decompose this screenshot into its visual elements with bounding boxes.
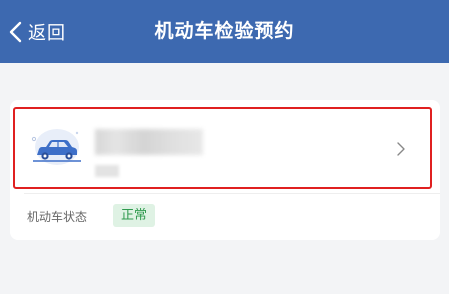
car-icon xyxy=(27,125,83,173)
chevron-right-icon xyxy=(396,141,406,161)
vehicle-status-label: 机动车状态 xyxy=(27,210,88,224)
vehicle-row[interactable] xyxy=(13,107,432,189)
status-badge: 正常 xyxy=(113,204,156,227)
app-header: 返回 机动车检验预约 xyxy=(0,0,449,63)
vehicle-detail-blurred xyxy=(95,165,119,177)
plate-number-blurred xyxy=(95,129,203,155)
page-title: 机动车检验预约 xyxy=(154,20,295,42)
vehicle-card: 机动车状态 正常 xyxy=(10,100,440,240)
divider xyxy=(24,193,440,194)
